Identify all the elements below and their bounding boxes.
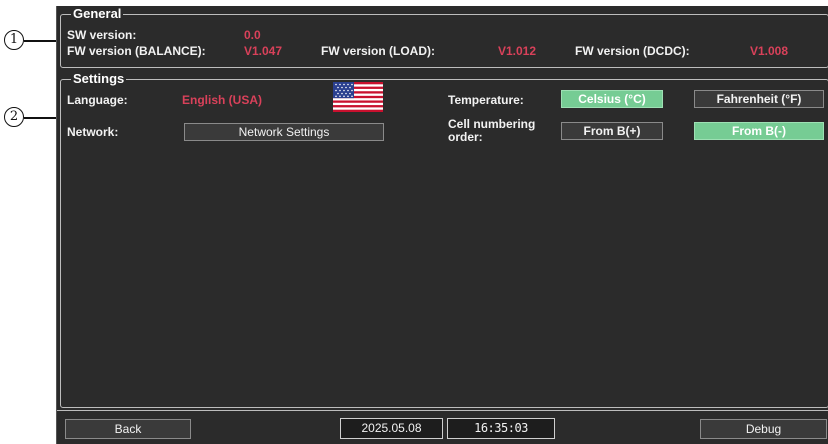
back-button[interactable]: Back <box>65 419 191 439</box>
callout-1: 1 <box>4 30 24 50</box>
sw-version-value: 0.0 <box>244 28 261 42</box>
language-label: Language: <box>67 93 128 107</box>
callout-1-leader <box>24 40 58 42</box>
fw-balance-value: V1.047 <box>244 44 283 58</box>
device-screen: General SW version: 0.0 FW version (BALA… <box>56 6 828 444</box>
fw-dcdc-label: FW version (DCDC): <box>575 44 690 58</box>
language-value[interactable]: English (USA) <box>182 93 262 107</box>
fw-load-value: V1.012 <box>498 44 537 58</box>
fw-dcdc-value: V1.008 <box>750 44 789 58</box>
cell-numbering-label-line2: order: <box>448 130 483 144</box>
callout-2-leader <box>24 117 58 119</box>
temperature-label: Temperature: <box>448 93 524 107</box>
cell-numbering-label: Cell numbering order: <box>448 118 535 144</box>
network-settings-button[interactable]: Network Settings <box>184 123 384 141</box>
bottom-bar: Back 2025.05.08 16:35:03 Debug <box>57 410 828 444</box>
from-b-plus-button[interactable]: From B(+) <box>561 122 663 140</box>
celsius-button[interactable]: Celsius (°C) <box>561 90 663 108</box>
fw-balance-label: FW version (BALANCE): <box>67 44 206 58</box>
sw-version-label: SW version: <box>67 28 137 42</box>
general-title: General <box>73 6 122 21</box>
date-display: 2025.05.08 <box>340 418 443 439</box>
from-b-minus-button[interactable]: From B(-) <box>694 122 824 140</box>
fahrenheit-button[interactable]: Fahrenheit (°F) <box>694 90 824 108</box>
fw-load-label: FW version (LOAD): <box>321 44 435 58</box>
callout-2: 2 <box>4 107 24 127</box>
settings-title: Settings <box>73 71 125 86</box>
time-display: 16:35:03 <box>447 418 555 439</box>
debug-button[interactable]: Debug <box>700 419 827 439</box>
general-group: General <box>60 6 828 68</box>
network-label: Network: <box>67 125 119 139</box>
us-flag-icon[interactable] <box>333 82 383 112</box>
